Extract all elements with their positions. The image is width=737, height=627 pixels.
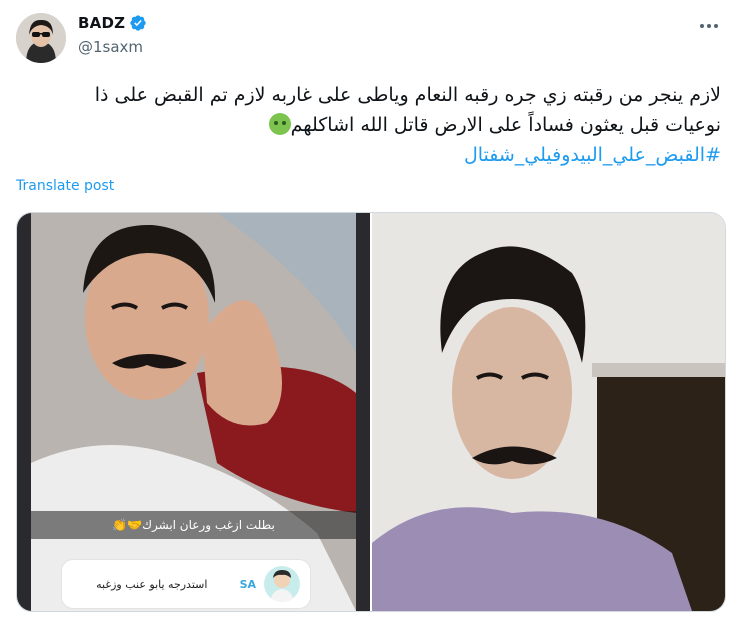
more-dot-icon — [700, 24, 704, 28]
more-options-button[interactable] — [697, 16, 721, 36]
hashtag-link[interactable]: #القبض_علي_البيدوفيلي_شفتال — [21, 140, 721, 170]
more-dot-icon — [707, 24, 711, 28]
reply-name: SA — [239, 577, 256, 591]
more-dot-icon — [714, 24, 718, 28]
tweet-text: لازم ينجر من رقبته زي جره رقبه النعام وي… — [21, 80, 721, 170]
author-name[interactable]: BADZ — [78, 14, 125, 32]
tweet-line-1: لازم ينجر من رقبته زي جره رقبه النعام وي… — [94, 84, 721, 106]
verified-badge-icon — [129, 14, 147, 32]
translate-post-link[interactable]: Translate post — [16, 178, 114, 194]
avatar[interactable] — [16, 13, 66, 63]
reply-avatar — [264, 566, 300, 602]
nauseated-face-icon — [268, 113, 291, 135]
photo-left[interactable]: بطلت ازغب ورعان ابشرك🤝👏 SA استدرجه يابو … — [17, 213, 370, 611]
tweet-line-2: نوعيات قبل يعثون فساداً على الارض قاتل ا… — [290, 114, 721, 136]
author-handle[interactable]: @1saxm — [78, 38, 143, 56]
photo-right[interactable] — [372, 213, 725, 611]
reply-card: SA استدرجه يابو عنب وزغبه — [61, 559, 311, 609]
reply-text: استدرجه يابو عنب وزغبه — [96, 577, 208, 591]
media-grid: بطلت ازغب ورعان ابشرك🤝👏 SA استدرجه يابو … — [16, 212, 726, 612]
story-caption: بطلت ازغب ورعان ابشرك🤝👏 — [31, 511, 356, 539]
